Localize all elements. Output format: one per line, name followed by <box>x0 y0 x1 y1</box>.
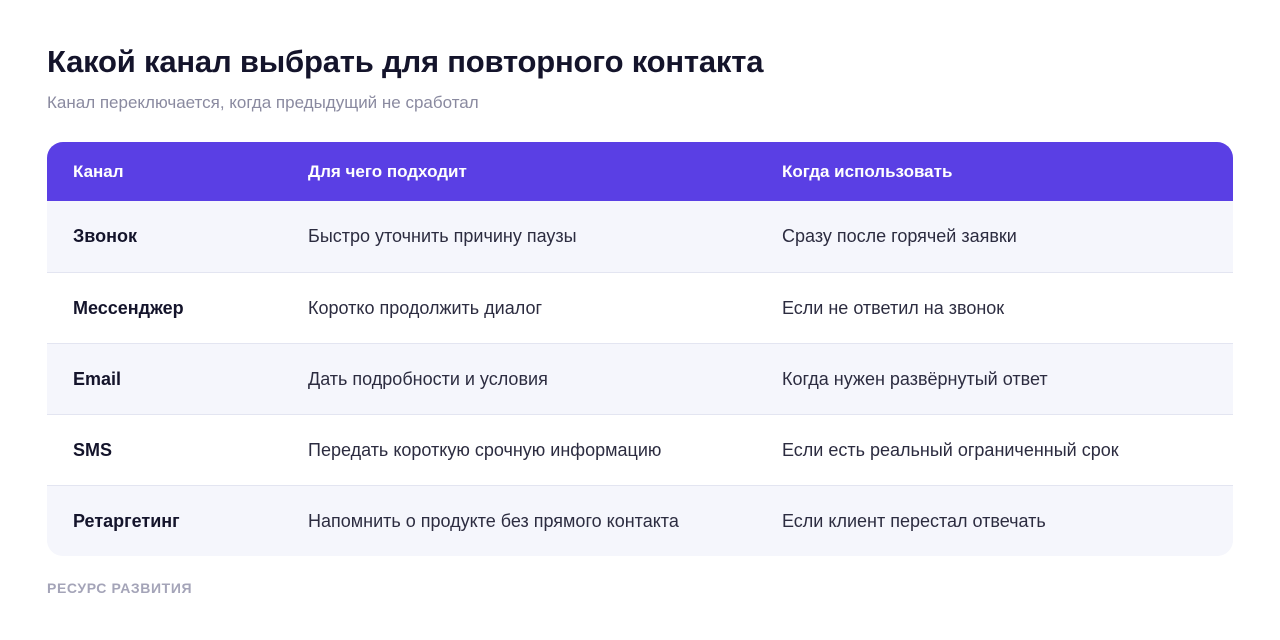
slide: Какой канал выбрать для повторного конта… <box>0 0 1280 640</box>
table-row: Мессенджер Коротко продолжить диалог Есл… <box>47 272 1233 343</box>
header-when: Когда использовать <box>782 161 953 181</box>
cell-purpose: Дать подробности и условия <box>308 368 548 389</box>
page-subtitle: Канал переключается, когда предыдущий не… <box>47 93 479 112</box>
cell-channel: Звонок <box>73 226 137 246</box>
table-row: SMS Передать короткую срочную информацию… <box>47 414 1233 485</box>
footer-brand: РЕСУРС РАЗВИТИЯ <box>47 580 193 596</box>
header-channel: Канал <box>73 161 124 181</box>
cell-channel: Email <box>73 368 122 389</box>
cell-channel: Ретаргетинг <box>73 510 180 531</box>
cell-purpose: Передать короткую срочную информацию <box>308 439 662 460</box>
table-body: Звонок Быстро уточнить причину паузы Сра… <box>47 201 1233 556</box>
table-header: Канал Для чего подходит Когда использова… <box>47 142 1233 201</box>
channel-table: Канал Для чего подходит Когда использова… <box>47 142 1233 556</box>
cell-when: Если клиент перестал отвечать <box>782 510 1046 531</box>
cell-channel: Мессенджер <box>73 297 184 318</box>
table-row: Ретаргетинг Напомнить о продукте без пря… <box>47 485 1233 556</box>
cell-when: Если есть реальный ограниченный срок <box>782 439 1119 460</box>
header-purpose: Для чего подходит <box>308 161 467 181</box>
cell-when: Если не ответил на звонок <box>782 297 1005 318</box>
cell-purpose: Коротко продолжить диалог <box>308 297 543 318</box>
cell-channel: SMS <box>73 439 113 460</box>
table-row: Звонок Быстро уточнить причину паузы Сра… <box>47 201 1233 272</box>
cell-purpose: Быстро уточнить причину паузы <box>308 226 577 246</box>
cell-when: Сразу после горячей заявки <box>782 226 1017 246</box>
cell-purpose: Напомнить о продукте без прямого контакт… <box>308 510 679 531</box>
table-row: Email Дать подробности и условия Когда н… <box>47 343 1233 414</box>
cell-when: Когда нужен развёрнутый ответ <box>782 368 1048 389</box>
page-title: Какой канал выбрать для повторного конта… <box>47 44 764 79</box>
